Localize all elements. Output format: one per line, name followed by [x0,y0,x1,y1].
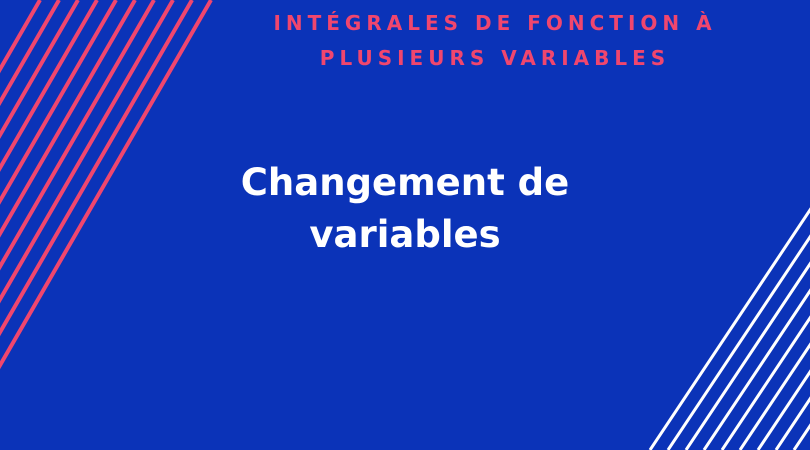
slide-title-line-2: variables [309,213,501,256]
white-stripe [774,396,810,450]
slide-title: Changement de variables [170,157,640,261]
slide-title-line-1: Changement de [240,161,570,204]
course-subtitle: INTÉGRALES DE FONCTION À PLUSIEURS VARIA… [230,6,760,76]
pink-stripe [0,0,61,107]
pink-stripe [0,0,80,139]
course-subtitle-line-2: PLUSIEURS VARIABLES [319,46,671,70]
slide-canvas: INTÉGRALES DE FONCTION À PLUSIEURS VARIA… [0,0,810,450]
course-subtitle-line-1: INTÉGRALES DE FONCTION À [273,11,717,35]
